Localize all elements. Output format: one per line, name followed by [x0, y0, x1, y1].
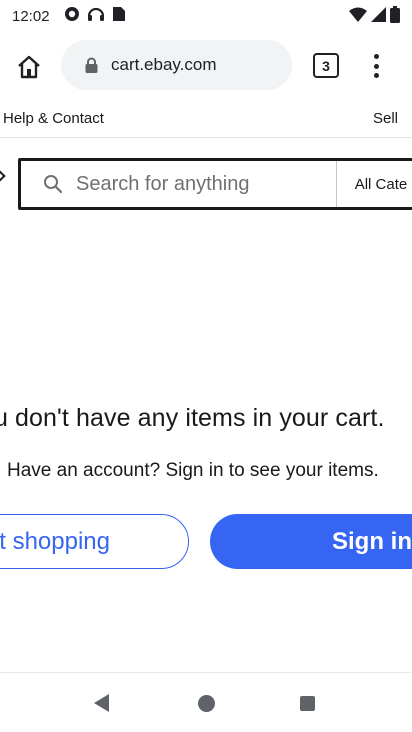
back-icon[interactable] — [92, 693, 110, 718]
signin-prompt-text: Have an account? Sign in to see your ite… — [7, 460, 379, 481]
headset-icon — [87, 6, 105, 26]
tab-switcher-button[interactable]: 3 — [313, 53, 339, 78]
recent-apps-icon[interactable] — [300, 696, 315, 711]
status-bar: 12:02 — [0, 0, 412, 32]
record-icon — [64, 6, 80, 26]
web-page: Help & Contact Sell All Cate u don't hav… — [0, 100, 412, 672]
nav-home-icon[interactable] — [198, 695, 215, 712]
browser-toolbar: cart.ebay.com 3 — [0, 32, 412, 100]
search-icon — [43, 174, 63, 194]
sim-card-icon — [112, 6, 126, 26]
search-field[interactable] — [21, 161, 337, 207]
menu-dot-icon — [373, 73, 379, 78]
status-time: 12:02 — [12, 7, 50, 25]
address-bar[interactable]: cart.ebay.com — [61, 40, 292, 90]
empty-cart-message: u don't have any items in your cart. — [0, 404, 385, 432]
chevron-down-icon[interactable] — [0, 170, 6, 182]
continue-shopping-button[interactable]: t shopping — [0, 514, 189, 569]
top-links-bar: Help & Contact Sell — [0, 100, 412, 138]
status-icons-right — [349, 6, 400, 27]
sign-in-button[interactable]: Sign in — [210, 514, 412, 569]
status-icons-left — [64, 6, 126, 26]
home-button[interactable] — [14, 52, 44, 82]
lock-icon — [85, 57, 101, 73]
address-url: cart.ebay.com — [111, 55, 217, 74]
category-select[interactable]: All Cate — [337, 161, 412, 207]
system-nav-bar — [0, 672, 412, 732]
search-input[interactable] — [76, 172, 316, 196]
menu-dot-icon — [373, 54, 379, 59]
search-bar: All Cate — [18, 158, 412, 210]
help-contact-link[interactable]: Help & Contact — [3, 110, 104, 127]
menu-dot-icon — [373, 63, 379, 69]
sell-link[interactable]: Sell — [373, 110, 398, 127]
battery-icon — [390, 6, 400, 27]
wifi-icon — [349, 7, 367, 26]
browser-menu-button[interactable] — [366, 52, 386, 80]
home-icon — [18, 55, 40, 79]
cell-signal-icon — [371, 7, 386, 26]
